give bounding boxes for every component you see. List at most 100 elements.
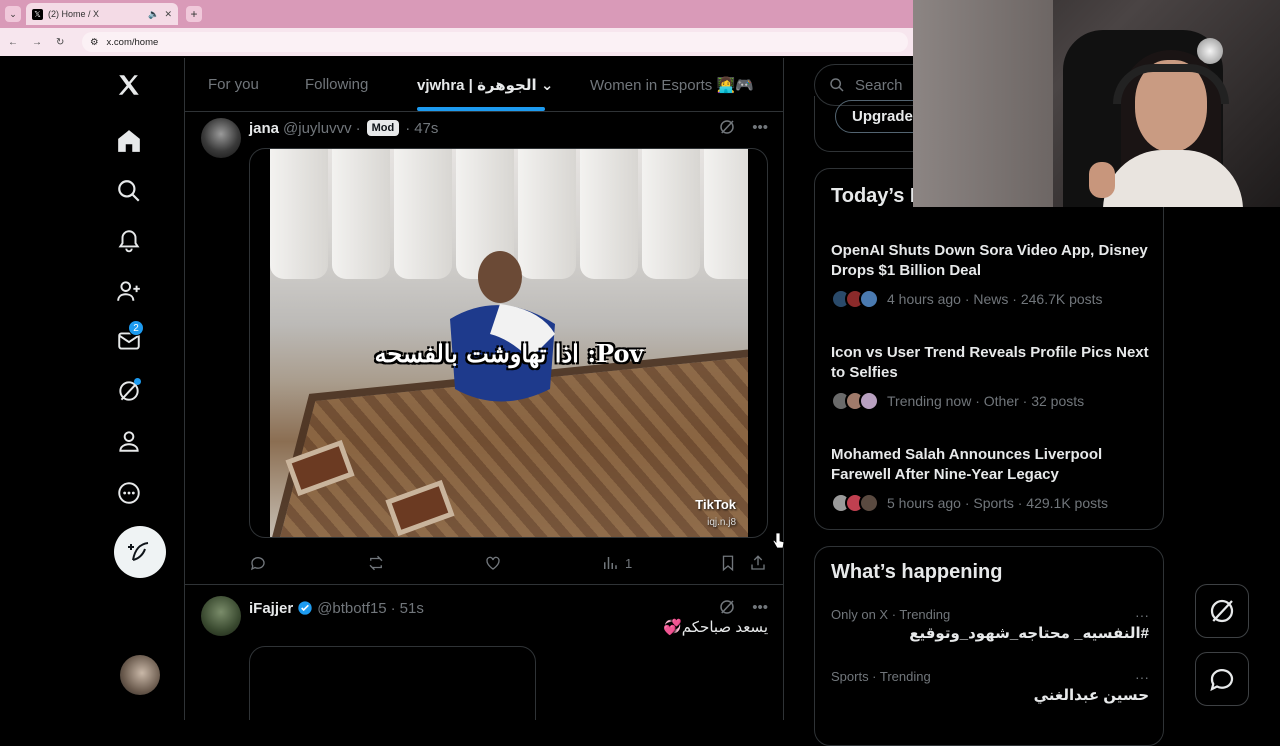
messages-floating-button[interactable] [1195,652,1249,706]
avatar-stack [831,493,879,513]
browser-tab-strip: ⌄ 𝕏 (2) Home / X 🔈 ✕ + [0,0,913,28]
news-meta-row: 5 hours ago · Sports · 429.1K posts [831,493,1151,513]
x-logo-icon[interactable] [114,70,144,100]
video-frame: اذا تهاوشت بالفسحه :Pov TikTok iqj.n.j8 [270,149,748,537]
chevron-down-icon: ⌄ [9,8,17,19]
speaker-icon[interactable]: 🔈 [148,9,159,20]
post-time[interactable]: 47s [414,120,438,137]
tab-community-vjwhra[interactable]: vjwhra | الجوهرة ⌄ [417,76,553,94]
trend-item[interactable]: Only on X · Trending #النفسيه_ محتاجه_شه… [831,607,1149,642]
background-figure [580,149,638,279]
messages-mail-icon[interactable]: 2 [114,320,144,356]
profile-icon[interactable] [114,426,144,456]
tab-following[interactable]: Following [305,76,368,93]
site-info-icon[interactable]: ⚙ [90,37,99,48]
compose-post-button[interactable] [114,526,166,578]
feather-plus-icon [128,542,149,561]
like-button[interactable] [484,554,502,572]
repost-button[interactable] [367,554,385,572]
explore-search-icon[interactable] [114,176,144,206]
more-circle-icon[interactable] [114,478,144,508]
news-headline: Icon vs User Trend Reveals Profile Pics … [831,344,1149,381]
mouse-cursor-icon [772,532,785,549]
analytics-icon [604,557,617,569]
new-tab-button[interactable]: + [186,6,202,22]
tab-for-you[interactable]: For you [208,76,259,93]
post-author-avatar[interactable] [201,596,241,636]
bookmark-icon [722,555,734,572]
news-meta: 5 hours ago · Sports · 429.1K posts [887,495,1109,511]
post-time[interactable]: 51s [400,600,424,617]
tab-women-in-esports[interactable]: Women in Esports 👩‍💻🎮 [590,76,754,94]
more-options-icon[interactable]: ··· [1135,669,1149,685]
author-name[interactable]: iFajjer [249,600,293,617]
author-handle[interactable]: @btbotf15 [317,600,386,617]
post-author-avatar[interactable] [201,118,241,158]
notifications-bell-icon[interactable] [114,226,144,256]
news-item[interactable]: Icon vs User Trend Reveals Profile Pics … [831,343,1151,411]
timeline: For you Following vjwhra | الجوهرة ⌄ Wom… [184,58,784,720]
streamer-hand [1089,162,1115,198]
post-header: iFajjer @btbotf15 · 51s [249,598,424,618]
address-bar-row: ← → ↻ ⚙ x.com/home [0,28,913,56]
headset [1113,64,1229,104]
trend-item[interactable]: Sports · Trending حسين عبدالغني ··· [831,669,1149,704]
background-figure [642,149,700,279]
grok-icon[interactable] [114,376,144,406]
more-options-icon[interactable]: ··· [1135,607,1149,623]
tab-list-button[interactable]: ⌄ [5,6,21,22]
more-options-icon[interactable]: ••• [752,599,768,616]
author-name[interactable]: jana [249,120,279,137]
separator-dot: · [405,119,411,137]
news-meta-row: Trending now · Other · 32 posts [831,391,1151,411]
tab-title: (2) Home / X [48,9,100,19]
left-navigation: 2 [90,58,184,720]
author-handle[interactable]: @juyluvvv [283,120,352,137]
views-button[interactable]: 1 [601,554,632,572]
active-tab-indicator [417,107,545,111]
news-item[interactable]: Mohamed Salah Announces Liverpool Farewe… [831,445,1151,513]
follow-add-user-icon[interactable] [114,276,144,306]
news-headline: OpenAI Shuts Down Sora Video App, Disney… [831,242,1148,279]
share-icon [751,555,765,570]
share-button[interactable] [749,554,767,572]
post[interactable]: iFajjer @btbotf15 · 51s ••• يسعد صباحكم💞 [185,586,783,720]
search-placeholder: Search [855,76,903,94]
post[interactable]: jana @juyluvvv · Mod · 47s ••• اذا تهاوش… [185,112,783,585]
bookmark-button[interactable] [719,554,737,572]
background-figure [270,149,328,279]
more-options-icon[interactable]: ••• [752,119,768,136]
views-count: 1 [625,555,633,571]
post-video[interactable]: اذا تهاوشت بالفسحه :Pov TikTok iqj.n.j8 [249,148,768,538]
post-media[interactable] [249,646,536,720]
verified-badge-icon [298,601,312,615]
reload-icon[interactable]: ↻ [56,37,64,48]
news-meta-row: 4 hours ago · News · 246.7K posts [831,289,1151,309]
tiktok-watermark: TikTok [695,497,736,512]
trend-meta: Sports · Trending [831,669,931,684]
url-field[interactable]: ⚙ x.com/home [82,32,908,52]
chat-bubble-icon [1210,669,1234,692]
forward-icon[interactable]: → [32,37,42,48]
home-icon[interactable] [114,126,144,156]
todays-news-card: Today’s News OpenAI Shuts Down Sora Vide… [814,168,1164,530]
timeline-tabs: For you Following vjwhra | الجوهرة ⌄ Wom… [185,58,783,112]
account-avatar[interactable] [120,655,160,695]
post-top-actions: ••• [718,118,768,136]
separator-dot: · [355,119,361,137]
grok-icon [1210,599,1234,623]
background-figure [332,149,390,279]
browser-tab[interactable]: 𝕏 (2) Home / X 🔈 ✕ [26,3,178,25]
tiktok-watermark-handle: iqj.n.j8 [707,517,736,528]
tab-community-vjwhra-label: vjwhra | الجوهرة [417,77,537,94]
close-tab-icon[interactable]: ✕ [164,9,172,20]
grok-floating-button[interactable] [1195,584,1249,638]
chevron-down-icon[interactable]: ⌄ [541,77,554,94]
avatar-stack [831,391,879,411]
grok-icon[interactable] [718,598,736,616]
reply-button[interactable] [249,554,267,572]
news-item[interactable]: OpenAI Shuts Down Sora Video App, Disney… [831,241,1151,309]
grok-icon[interactable] [718,118,736,136]
trend-meta: Only on X · Trending [831,607,951,622]
back-icon[interactable]: ← [8,37,18,48]
